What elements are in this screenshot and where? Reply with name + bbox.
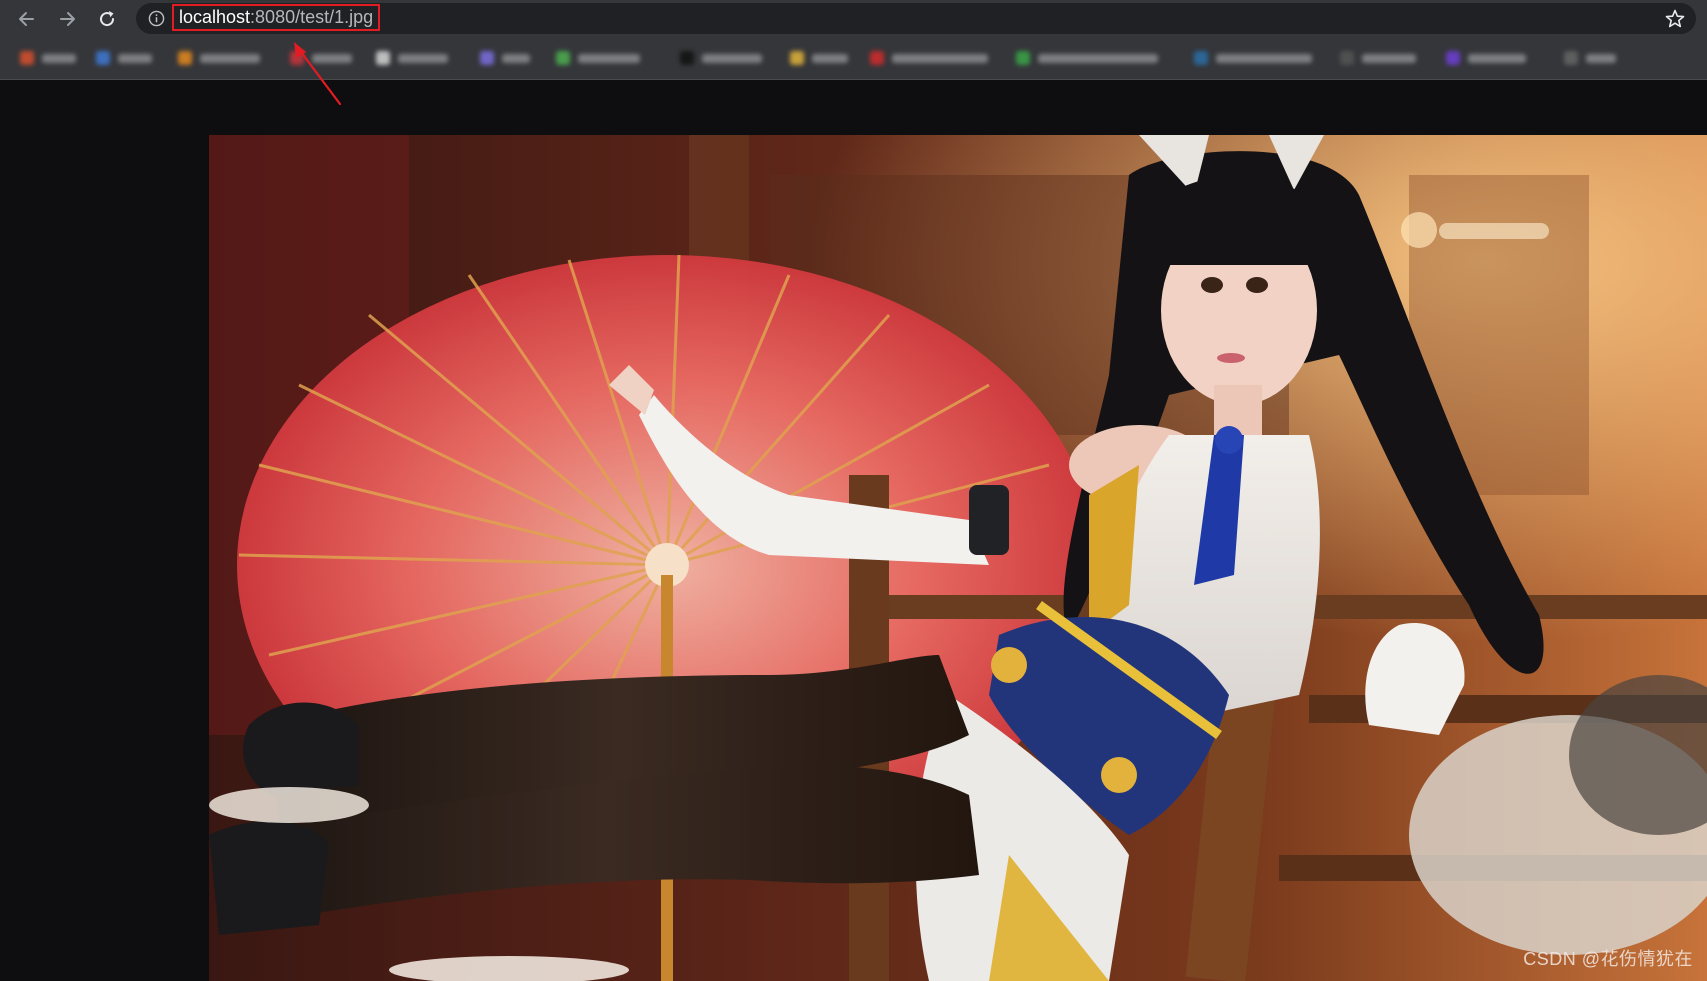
reload-button[interactable] (92, 4, 122, 34)
url-host: localhost (179, 7, 251, 27)
bookmark-item[interactable] (790, 50, 848, 66)
back-button[interactable] (12, 4, 42, 34)
url-path: :8080/test/1.jpg (250, 7, 374, 27)
arrow-left-icon (19, 12, 34, 26)
bookmark-item[interactable] (96, 50, 152, 66)
bookmark-item[interactable] (680, 50, 762, 66)
forward-button[interactable] (52, 4, 82, 34)
bookmarks-bar (0, 37, 1707, 80)
bookmark-item[interactable] (1016, 50, 1158, 66)
info-icon[interactable] (148, 10, 165, 27)
bookmark-item[interactable] (1446, 50, 1526, 66)
watermark-text: CSDN @花伤情犹在 (1523, 949, 1693, 969)
browser-toolbar: localhost:8080/test/1.jpg (0, 0, 1707, 37)
bookmark-item[interactable] (556, 50, 640, 66)
image-viewer: CSDN @花伤情犹在 (209, 135, 1707, 981)
bookmark-item[interactable] (1340, 50, 1416, 66)
address-bar[interactable]: localhost:8080/test/1.jpg (136, 3, 1696, 34)
displayed-photo (209, 135, 1707, 981)
url-text-highlighted[interactable]: localhost:8080/test/1.jpg (172, 4, 381, 31)
bookmark-item[interactable] (1194, 50, 1312, 66)
arrow-right-icon (60, 12, 75, 26)
bookmark-item[interactable] (480, 50, 530, 66)
bookmark-item[interactable] (290, 50, 352, 66)
bookmark-item[interactable] (20, 50, 76, 66)
bookmark-item[interactable] (178, 50, 260, 66)
star-icon[interactable] (1664, 8, 1686, 30)
reload-icon (100, 11, 115, 27)
bookmark-item[interactable] (1564, 50, 1616, 66)
bookmark-item[interactable] (376, 50, 448, 66)
bookmark-item[interactable] (870, 50, 988, 66)
